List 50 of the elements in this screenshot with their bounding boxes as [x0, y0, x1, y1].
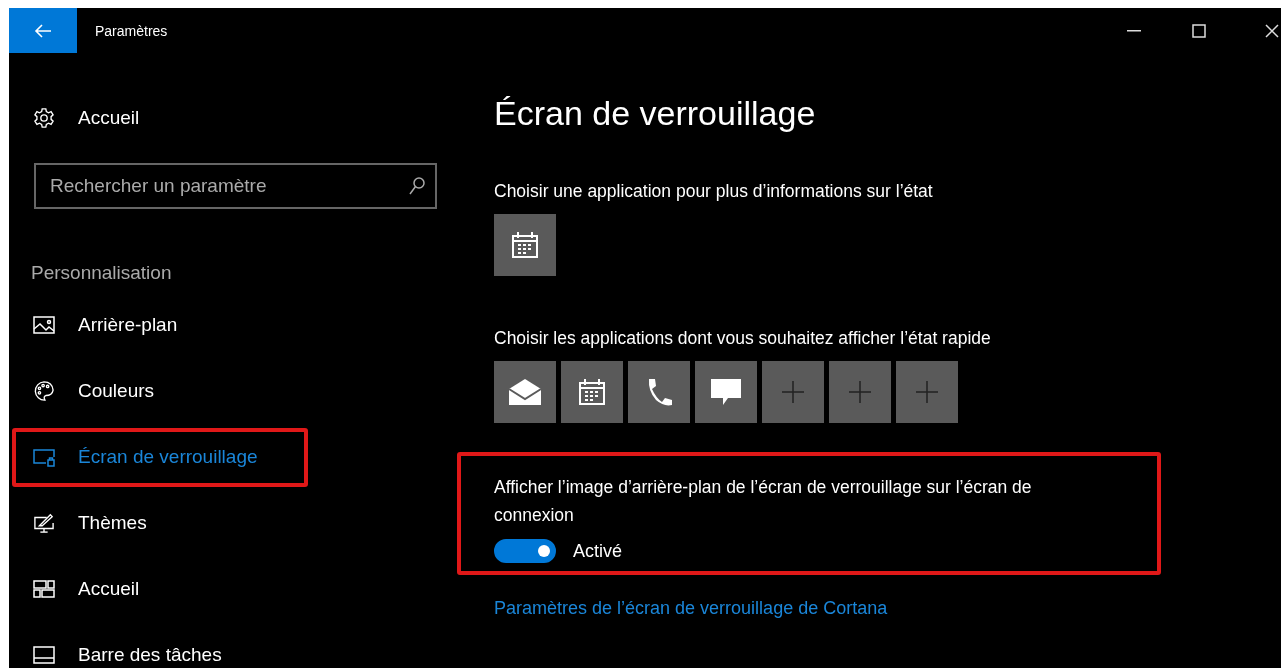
toggle-switch[interactable] [494, 539, 556, 563]
page-title: Écran de verrouillage [494, 93, 817, 134]
nav-label: Couleurs [78, 380, 155, 402]
toggle-state-label: Activé [573, 540, 623, 562]
taskbar-icon [33, 645, 55, 665]
home-nav-item[interactable]: Accueil [31, 98, 148, 138]
app-tile[interactable] [829, 361, 891, 423]
app-tile[interactable] [561, 361, 623, 423]
nav-label: Barre des tâches [78, 644, 222, 666]
minimize-icon [1126, 29, 1141, 32]
nav-label: Écran de verrouillage [78, 446, 258, 468]
plus-icon [848, 380, 872, 404]
calendar-icon [577, 377, 607, 407]
nav-item[interactable]: Thèmes [31, 490, 155, 556]
app-tile[interactable] [695, 361, 757, 423]
plus-icon [915, 380, 939, 404]
nav-item[interactable]: Barre des tâches [31, 622, 230, 668]
picture-icon [33, 315, 55, 335]
back-arrow-icon [34, 22, 52, 39]
nav-label: Thèmes [78, 512, 147, 534]
envelope-icon [507, 377, 543, 407]
plus-icon [781, 380, 805, 404]
setting-label: Afficher l’image d’arrière-plan de l’écran de verrouillage sur l’écran de connexion [494, 476, 1033, 527]
nav-item[interactable]: Écran de verrouillage [31, 424, 266, 490]
tiles-icon [33, 579, 55, 599]
setting-label: Choisir une application pour plus d’informations sur l’état [494, 180, 934, 203]
maximize-icon [1191, 23, 1206, 38]
search-field[interactable]: Rechercher un paramètre [34, 163, 437, 209]
calendar-icon [510, 230, 540, 260]
nav-item[interactable]: Couleurs [31, 358, 163, 424]
app-tile[interactable] [494, 361, 556, 423]
setting-label: Choisir les applications dont vous souhaitez afficher l’état rapide [494, 327, 992, 350]
window-title: Paramètres [95, 22, 168, 39]
section-heading: Personnalisation [31, 262, 173, 285]
nav-label: Accueil [78, 107, 140, 129]
paintbrush-screen-icon [33, 513, 55, 533]
app-tile[interactable] [628, 361, 690, 423]
cortana-settings-link[interactable]: Paramètres de l’écran de verrouillage de Cortana [494, 598, 888, 619]
nav-item[interactable]: Accueil [31, 556, 148, 622]
app-tile[interactable] [762, 361, 824, 423]
nav-item[interactable]: Arrière-plan [31, 292, 186, 358]
lock-screen-icon [33, 447, 55, 467]
close-icon [1265, 23, 1279, 38]
app-tile[interactable] [494, 214, 556, 276]
settings-icon [33, 108, 55, 128]
palette-icon [33, 381, 55, 401]
search-icon [409, 177, 425, 195]
app-tile[interactable] [896, 361, 958, 423]
nav-label: Accueil [78, 578, 140, 600]
nav-label: Arrière-plan [78, 314, 178, 336]
